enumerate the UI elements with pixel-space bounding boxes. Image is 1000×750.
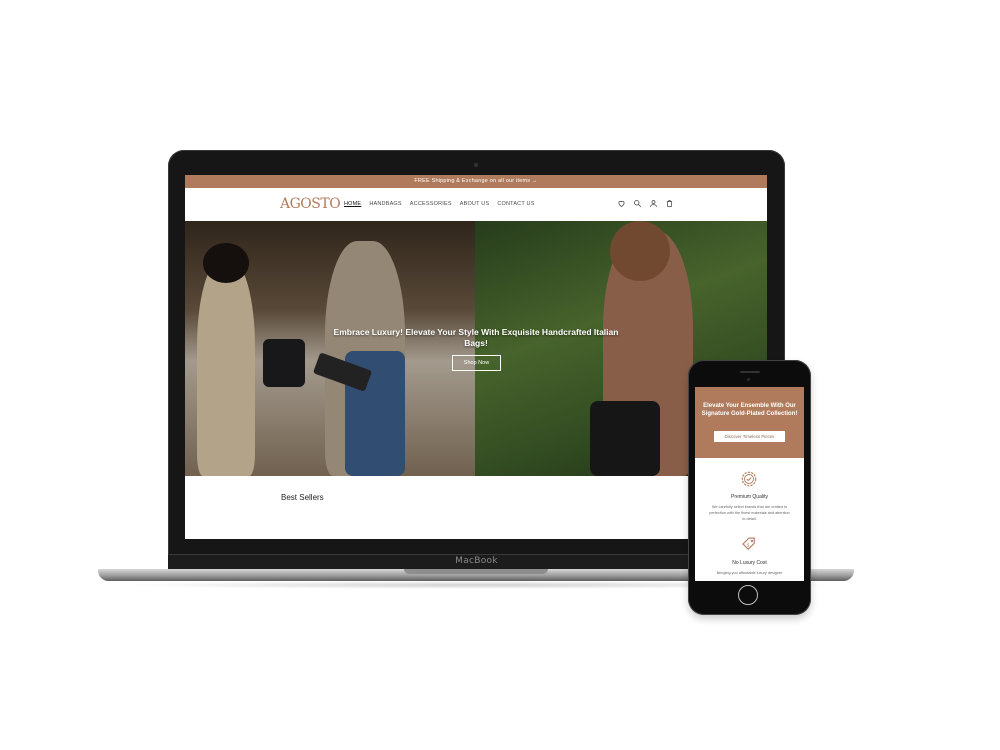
feature-title-quality: Premium Quality	[731, 494, 768, 500]
best-sellers-section: Best Sellers	[185, 476, 767, 539]
nav-contact-us[interactable]: CONTACT US	[497, 201, 534, 207]
site-header: AGOSTO HOME HANDBAGS ACCESSORIES ABOUT U…	[185, 188, 767, 221]
laptop-base-notch	[404, 569, 548, 574]
laptop-screen: FREE Shipping & Exchange on all our item…	[185, 175, 767, 539]
phone-screen: Elevate Your Ensemble With Our Signature…	[695, 387, 804, 581]
shop-now-button[interactable]: Shop Now	[452, 355, 501, 371]
feature-text-cost: Bringing you affordable luxury designer	[716, 571, 783, 575]
nav-about-us[interactable]: ABOUT US	[460, 201, 490, 207]
badge-check-icon	[741, 471, 757, 487]
discover-button[interactable]: Discover Timeless Pieces	[714, 431, 785, 442]
phone-home-button[interactable]	[738, 585, 758, 605]
cart-icon[interactable]	[665, 199, 674, 208]
heart-icon[interactable]	[617, 199, 626, 208]
laptop-camera	[474, 163, 478, 167]
search-icon[interactable]	[633, 199, 642, 208]
feature-text-quality: We carefully select brands that are craf…	[709, 505, 790, 521]
user-icon[interactable]	[649, 199, 658, 208]
nav-handbags[interactable]: HANDBAGS	[369, 201, 401, 207]
nav-home[interactable]: HOME	[344, 201, 361, 207]
site-logo[interactable]: AGOSTO	[280, 196, 341, 212]
price-tag-icon: $	[742, 537, 755, 551]
hero-banner: Embrace Luxury! Elevate Your Style With …	[185, 221, 767, 476]
svg-text:$: $	[747, 542, 750, 548]
announcement-bar[interactable]: FREE Shipping & Exchange on all our item…	[185, 175, 767, 188]
header-icons	[617, 199, 674, 208]
feature-title-cost: No Luxury Cost	[732, 560, 767, 566]
phone-hero: Elevate Your Ensemble With Our Signature…	[695, 387, 804, 458]
hero-title: Embrace Luxury! Elevate Your Style With …	[333, 327, 619, 348]
phone-camera	[747, 378, 750, 381]
nav-accessories[interactable]: ACCESSORIES	[410, 201, 452, 207]
phone-speaker	[740, 371, 760, 373]
best-sellers-title: Best Sellers	[281, 493, 324, 502]
phone-hero-title: Elevate Your Ensemble With Our Signature…	[701, 403, 798, 417]
main-nav: HOME HANDBAGS ACCESSORIES ABOUT US CONTA…	[344, 201, 535, 207]
